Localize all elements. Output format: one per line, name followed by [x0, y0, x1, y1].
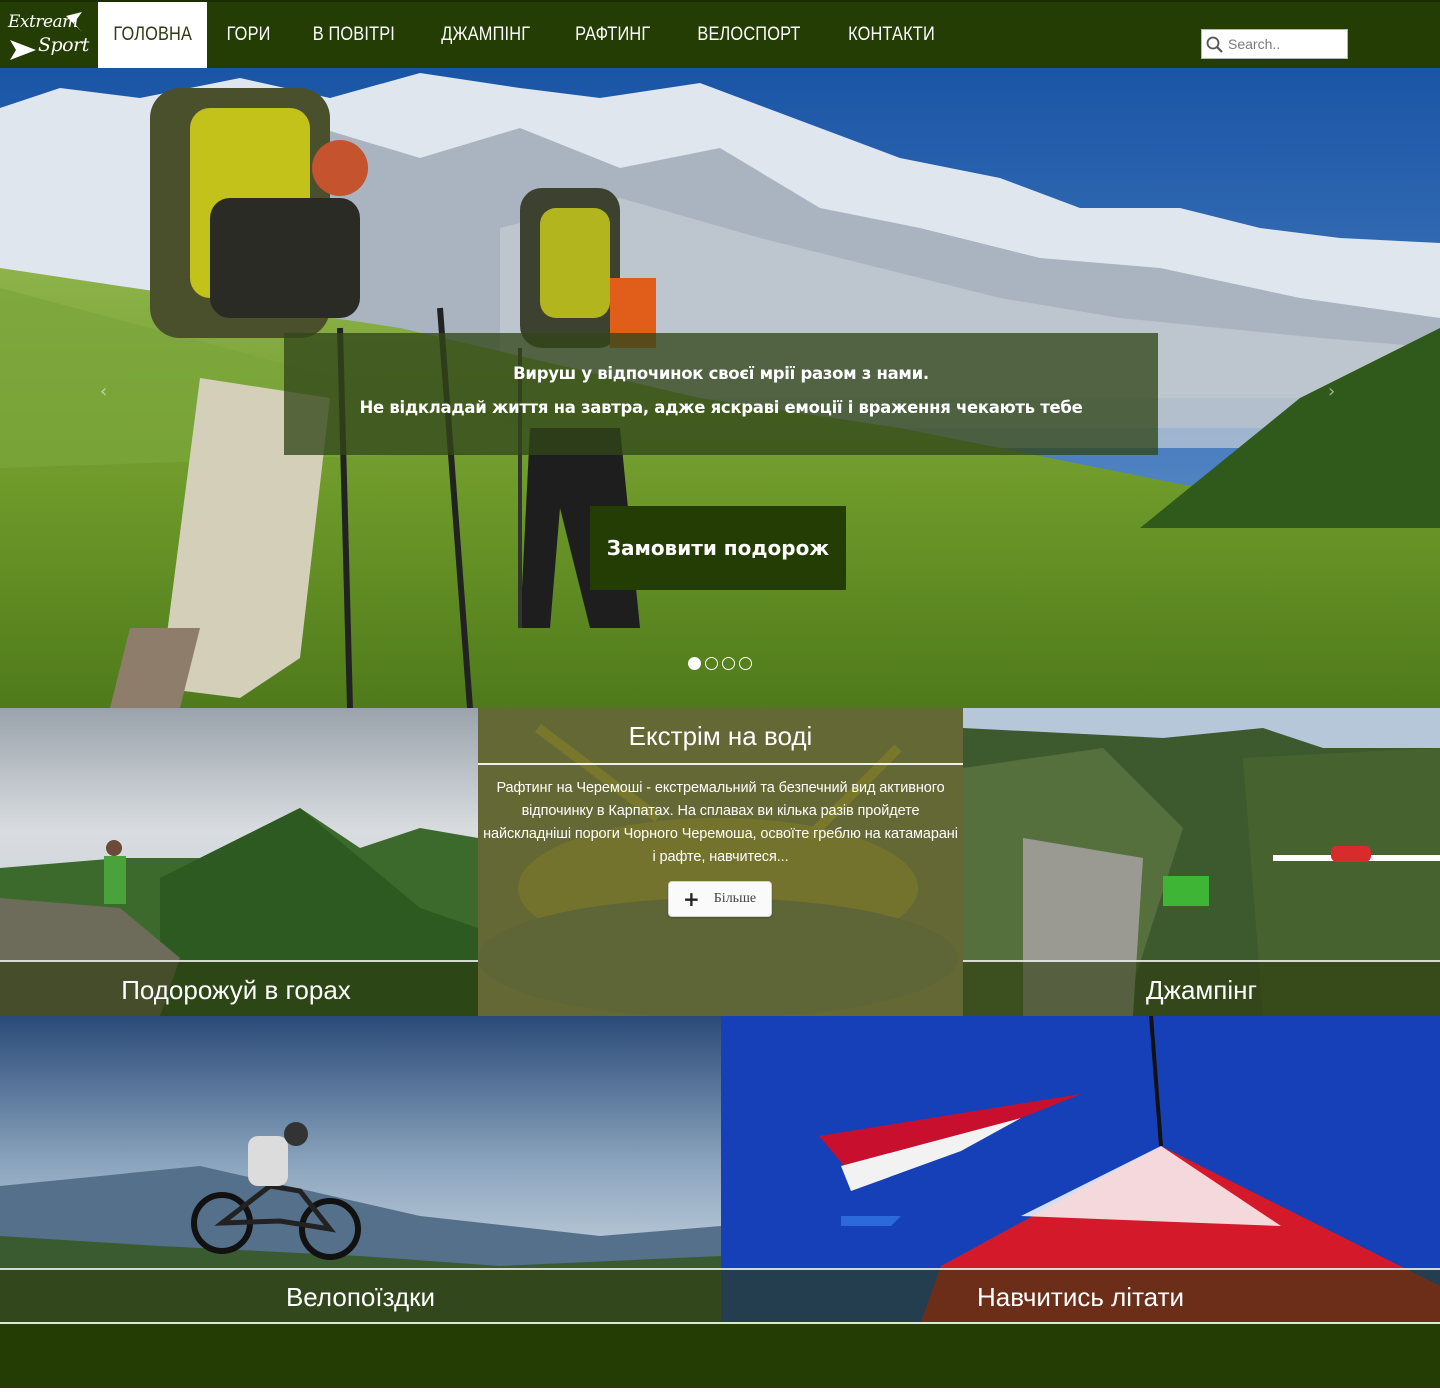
water-description: Рафтинг на Черемоші - екстремальний та б…: [483, 780, 958, 865]
slide-dot-1[interactable]: [688, 657, 701, 670]
hero-caption-line2: Не відкладай життя на завтра, адже яскра…: [359, 398, 1083, 417]
main-menu: ГОЛОВНА ГОРИ В ПОВІТРІ ДЖАМПІНГ РАФТИНГ …: [98, 2, 958, 68]
slide-dot-3[interactable]: [722, 657, 735, 670]
more-button[interactable]: + Більше: [668, 881, 772, 917]
tile-cycling[interactable]: Велопоїздки: [0, 1016, 721, 1322]
chevron-right-icon[interactable]: ›: [1328, 381, 1335, 402]
hero-caption: Вируш у відпочинок своєї мрії разом з на…: [284, 333, 1158, 455]
water-title: Екстрім на воді: [478, 708, 963, 765]
logo-line2: Sport: [38, 34, 89, 56]
tile-water: Екстрім на воді Рафтинг на Черемоші - ек…: [478, 708, 963, 1016]
tile-mountains-label: Подорожуй в горах: [0, 960, 478, 1016]
search-input[interactable]: [1228, 33, 1343, 55]
nav-item-cycling[interactable]: ВЕЛОСПОРТ: [673, 2, 825, 68]
tile-flying[interactable]: Навчитись літати: [721, 1016, 1440, 1322]
more-button-label: Більше: [713, 891, 757, 906]
nav-item-mountains[interactable]: ГОРИ: [207, 2, 290, 68]
plus-icon: +: [683, 887, 700, 911]
nav-item-home[interactable]: ГОЛОВНА: [98, 2, 207, 68]
nav-item-air[interactable]: В ПОВІТРІ: [290, 2, 418, 68]
search-box: [1201, 29, 1348, 59]
tile-mountains[interactable]: Подорожуй в горах: [0, 708, 478, 1016]
page-footer: [0, 1322, 1440, 1388]
order-trip-button[interactable]: Замовити подорож: [590, 506, 846, 590]
nav-item-rafting[interactable]: РАФТИНГ: [553, 2, 673, 68]
nav-item-jumping[interactable]: ДЖАМПІНГ: [418, 2, 553, 68]
tile-flying-label: Навчитись літати: [721, 1268, 1440, 1322]
hero-caption-line1: Вируш у відпочинок своєї мрії разом з на…: [513, 364, 929, 383]
slide-dot-4[interactable]: [739, 657, 752, 670]
nav-item-contacts[interactable]: КОНТАКТИ: [825, 2, 958, 68]
logo-line1: Extream: [8, 12, 78, 32]
site-logo[interactable]: Extream Sport: [6, 10, 90, 64]
tile-jumping-label: Джампінг: [963, 960, 1440, 1016]
tile-cycling-label: Велопоїздки: [0, 1268, 721, 1322]
chevron-left-icon[interactable]: ‹: [100, 381, 107, 402]
search-icon[interactable]: [1205, 35, 1225, 55]
slide-dot-2[interactable]: [705, 657, 718, 670]
tile-jumping[interactable]: Джампінг: [963, 708, 1440, 1016]
slider-indicators: [688, 657, 752, 670]
hero-slider: Вируш у відпочинок своєї мрії разом з на…: [0, 68, 1440, 708]
top-navbar: Extream Sport ГОЛОВНА ГОРИ В ПОВІТРІ ДЖА…: [0, 0, 1440, 68]
